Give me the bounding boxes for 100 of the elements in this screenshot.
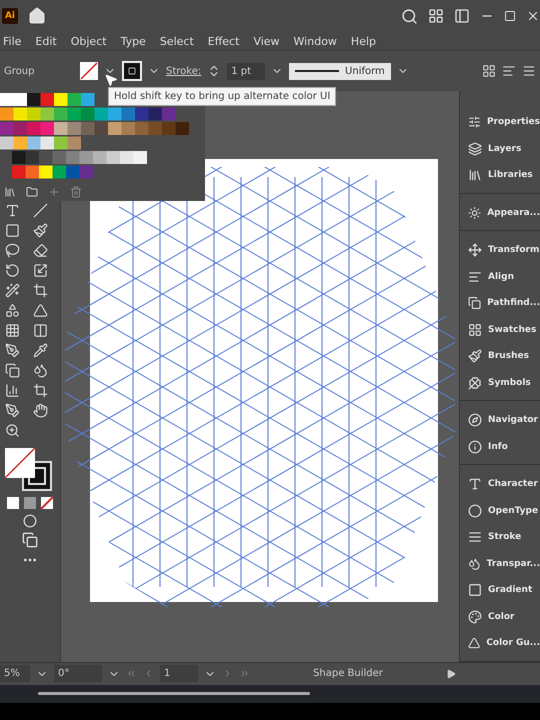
info-icon — [468, 440, 482, 454]
blend-tool-icon[interactable] — [5, 363, 20, 378]
panel-tab[interactable]: Character — [460, 471, 540, 498]
menu-item[interactable]: Help — [344, 34, 383, 48]
move-icon — [468, 243, 482, 258]
panel-tab[interactable]: Libraries — [460, 162, 540, 188]
triangle-icon — [468, 636, 480, 650]
line-tool-icon[interactable] — [33, 203, 48, 218]
lines-icon — [468, 530, 482, 544]
artboard-tool-icon[interactable] — [33, 383, 48, 398]
panel-tab[interactable]: Stroke — [460, 524, 540, 550]
add-swatch-icon[interactable] — [48, 186, 60, 198]
panel-tab[interactable]: Navigator — [460, 407, 540, 434]
circle-icon — [468, 504, 482, 518]
panel-tab[interactable]: Swatches — [460, 316, 540, 343]
panel-tab[interactable]: Transpar... — [460, 550, 540, 577]
menu-item[interactable]: Edit — [28, 34, 64, 48]
type-tool-icon[interactable] — [5, 203, 20, 218]
rotate-tool-icon[interactable] — [5, 263, 20, 278]
sliders-icon — [468, 115, 481, 130]
sun-icon — [468, 206, 482, 220]
panel-tab[interactable]: Symbols — [460, 370, 540, 396]
menu-item[interactable]: File — [0, 34, 28, 48]
zoom-field[interactable]: 5% — [0, 665, 30, 682]
panel-tab[interactable]: Layers — [460, 136, 540, 162]
stroke-line-icon — [295, 69, 340, 73]
fill-swatch[interactable] — [80, 62, 98, 80]
grid-icon[interactable] — [482, 64, 496, 78]
panel-tab[interactable]: Pathfind... — [460, 290, 540, 316]
graph-tool-icon[interactable] — [5, 383, 20, 398]
color-mode-icons[interactable] — [5, 496, 55, 510]
panel-tab[interactable]: Color — [460, 604, 540, 630]
tooltip: Hold shift key to bring up alternate color UI — [108, 87, 336, 106]
panel-tab[interactable]: Gradient — [460, 577, 540, 604]
align-icon[interactable] — [502, 64, 516, 78]
palette-icon — [468, 610, 482, 624]
menu-item[interactable]: Object — [64, 34, 114, 48]
folder-icon[interactable] — [26, 186, 38, 198]
home-icon[interactable] — [28, 7, 46, 25]
draw-mode-icon[interactable] — [23, 514, 37, 528]
menu-item[interactable]: Effect — [200, 34, 246, 48]
stroke-label[interactable]: Stroke: — [166, 66, 202, 76]
zoom-tool-icon[interactable] — [5, 423, 20, 438]
artboard-field[interactable]: 1 — [160, 665, 198, 682]
panel-icon[interactable] — [454, 8, 470, 24]
square-icon — [468, 583, 482, 598]
perspective-tool-icon[interactable] — [33, 303, 48, 318]
close-icon[interactable] — [526, 9, 540, 23]
menu-icon[interactable] — [522, 64, 536, 78]
screen-mode-icon[interactable] — [22, 532, 38, 548]
panel-tab[interactable]: Appeara... — [460, 200, 540, 226]
stroke-weight-field[interactable]: 1 pt — [227, 62, 266, 80]
stroke-swatch[interactable] — [122, 61, 142, 81]
menu-item[interactable]: Select — [152, 34, 201, 48]
play-icon[interactable] — [446, 668, 456, 678]
panel-tab[interactable]: Transform — [460, 237, 540, 264]
hand-tool-icon[interactable] — [33, 403, 48, 418]
lasso-tool-icon[interactable] — [5, 243, 20, 258]
menu-item[interactable]: Type — [114, 34, 153, 48]
align-icon — [468, 270, 482, 284]
slice-tool-icon[interactable] — [5, 403, 20, 418]
paintbrush-tool-icon[interactable] — [33, 223, 48, 238]
paintbrush-icon — [468, 349, 482, 364]
menu-item[interactable]: View — [246, 34, 287, 48]
profile-dropdown[interactable]: Uniform — [289, 62, 391, 80]
compass-icon — [468, 413, 482, 428]
panel-tab[interactable]: Brushes — [460, 343, 540, 370]
current-tool-label: Shape Builder — [312, 668, 384, 679]
library-icon[interactable] — [4, 186, 16, 198]
panel-tab[interactable]: Properties — [460, 109, 540, 136]
panel-tab[interactable]: OpenType — [460, 498, 540, 524]
eraser-tool-icon[interactable] — [33, 243, 48, 258]
layers-icon — [468, 142, 482, 156]
panel-tab[interactable]: Align — [460, 264, 540, 290]
droplets-icon — [468, 556, 481, 571]
panel-tab[interactable]: Color Gu... — [460, 630, 540, 656]
mesh-tool-icon[interactable] — [5, 323, 20, 338]
eyedropper-tool-icon[interactable] — [33, 343, 48, 358]
symbol-tool-icon[interactable] — [33, 363, 48, 378]
fill-stroke-swatches-icon[interactable] — [5, 448, 55, 492]
maximize-icon[interactable] — [504, 10, 516, 22]
type-icon — [468, 477, 482, 492]
clover-icon — [468, 376, 482, 390]
panel-tab[interactable]: Info — [460, 434, 540, 460]
crop-tool-icon[interactable] — [33, 283, 48, 298]
rectangle-tool-icon[interactable] — [5, 223, 20, 238]
wand-tool-icon[interactable] — [5, 283, 20, 298]
cursor-icon — [104, 73, 118, 87]
selection-label: Group — [4, 66, 36, 76]
scale-tool-icon[interactable] — [33, 263, 48, 278]
rotation-field[interactable]: 0° — [54, 665, 102, 682]
workspace-icon[interactable] — [428, 8, 444, 24]
gradient-tool-icon[interactable] — [33, 323, 48, 338]
pen-tool-icon[interactable] — [5, 343, 20, 358]
menu-item[interactable]: Window — [286, 34, 344, 48]
library-icon — [468, 168, 482, 182]
search-icon[interactable] — [401, 8, 418, 24]
delete-icon[interactable] — [70, 186, 82, 198]
shape-builder-tool-icon[interactable] — [5, 303, 20, 318]
app-logo: Ai — [2, 8, 18, 24]
